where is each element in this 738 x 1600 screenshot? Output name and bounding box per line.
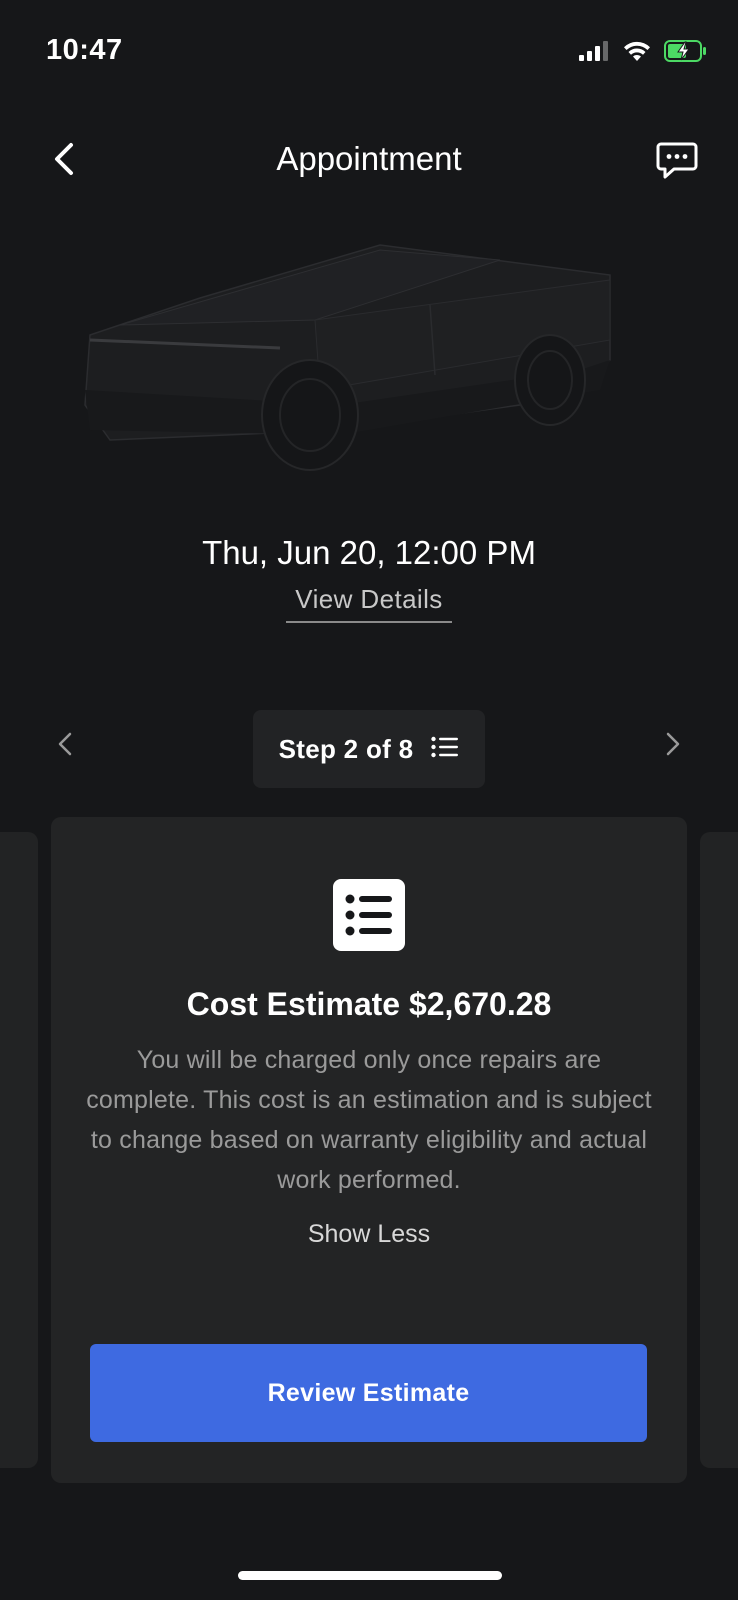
wifi-icon bbox=[622, 40, 652, 67]
chevron-right-icon bbox=[666, 732, 680, 761]
review-estimate-button[interactable]: Review Estimate bbox=[90, 1344, 647, 1442]
view-details-link[interactable]: View Details bbox=[286, 584, 452, 623]
previous-step-button[interactable] bbox=[50, 726, 80, 766]
status-time: 10:47 bbox=[46, 34, 123, 66]
chevron-left-icon bbox=[58, 732, 72, 761]
show-less-link[interactable]: Show Less bbox=[51, 1220, 687, 1249]
step-label: Step 2 of 8 bbox=[278, 733, 414, 764]
home-indicator[interactable] bbox=[238, 1571, 502, 1580]
next-step-button[interactable] bbox=[658, 726, 688, 766]
chat-bubble-icon bbox=[656, 142, 698, 185]
appointment-date: Thu, Jun 20, 12:00 PM bbox=[202, 534, 536, 571]
next-step-card[interactable] bbox=[700, 832, 738, 1468]
cost-estimate-title: Cost Estimate $2,670.28 bbox=[186, 986, 552, 1022]
status-icons bbox=[578, 38, 708, 68]
list-icon bbox=[333, 879, 405, 951]
previous-step-card[interactable] bbox=[0, 832, 38, 1468]
signal-icon bbox=[578, 40, 610, 67]
page-title: Appointment bbox=[276, 140, 462, 177]
chat-button[interactable] bbox=[652, 138, 702, 188]
step-selector[interactable]: Step 2 of 8 bbox=[253, 710, 485, 788]
battery-charging-icon bbox=[664, 39, 708, 68]
list-icon bbox=[431, 736, 459, 763]
vehicle-image bbox=[80, 230, 660, 490]
cost-estimate-description: You will be charged only once repairs ar… bbox=[86, 1046, 652, 1194]
